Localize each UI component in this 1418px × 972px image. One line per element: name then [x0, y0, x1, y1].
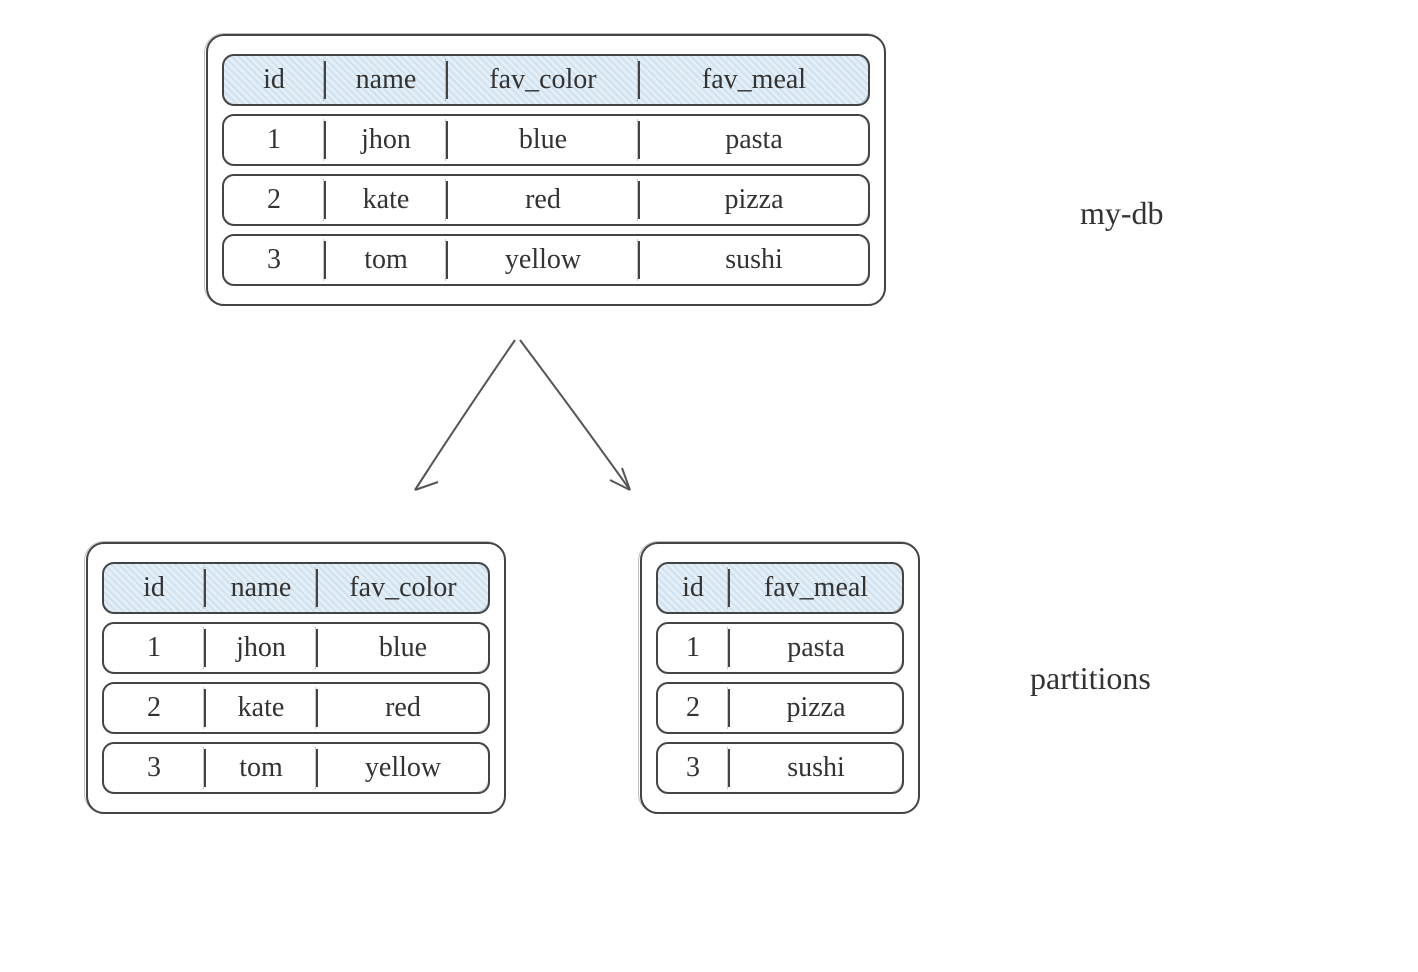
cell: 1 [104, 624, 204, 672]
cell: red [318, 684, 488, 732]
table-row: 2 pizza [656, 682, 904, 734]
cell: 1 [224, 116, 324, 164]
table-row: 3 sushi [656, 742, 904, 794]
table-row: 3 tom yellow sushi [222, 234, 870, 286]
partition-header-row: id fav_meal [656, 562, 904, 614]
cell: blue [318, 624, 488, 672]
arrow-right-icon [510, 330, 650, 510]
cell: sushi [730, 744, 902, 792]
cell: yellow [318, 744, 488, 792]
cell: kate [326, 176, 446, 224]
header-cell: name [326, 56, 446, 104]
header-cell: name [206, 564, 316, 612]
table-row: 1 pasta [656, 622, 904, 674]
cell: 3 [104, 744, 204, 792]
table-row: 2 kate red pizza [222, 174, 870, 226]
db-name-label: my-db [1080, 195, 1164, 232]
cell: pasta [640, 116, 868, 164]
main-db-table: id name fav_color fav_meal 1 jhon blue p… [206, 34, 886, 306]
cell: tom [206, 744, 316, 792]
cell: jhon [326, 116, 446, 164]
cell: pasta [730, 624, 902, 672]
header-cell: fav_meal [640, 56, 868, 104]
cell: 2 [658, 684, 728, 732]
header-cell: id [658, 564, 728, 612]
header-cell: id [224, 56, 324, 104]
table-row: 1 jhon blue [102, 622, 490, 674]
cell: red [448, 176, 638, 224]
partition-header-row: id name fav_color [102, 562, 490, 614]
cell: jhon [206, 624, 316, 672]
table-row: 3 tom yellow [102, 742, 490, 794]
cell: blue [448, 116, 638, 164]
table-row: 1 jhon blue pasta [222, 114, 870, 166]
partition-right-table: id fav_meal 1 pasta 2 pizza 3 sushi [640, 542, 920, 814]
cell: 3 [224, 236, 324, 284]
cell: kate [206, 684, 316, 732]
header-cell: fav_color [448, 56, 638, 104]
partitions-label: partitions [1030, 660, 1151, 697]
cell: pizza [730, 684, 902, 732]
cell: 3 [658, 744, 728, 792]
header-cell: fav_meal [730, 564, 902, 612]
cell: 1 [658, 624, 728, 672]
cell: pizza [640, 176, 868, 224]
cell: sushi [640, 236, 868, 284]
header-cell: id [104, 564, 204, 612]
cell: tom [326, 236, 446, 284]
cell: 2 [224, 176, 324, 224]
cell: 2 [104, 684, 204, 732]
table-row: 2 kate red [102, 682, 490, 734]
partition-left-table: id name fav_color 1 jhon blue 2 kate red… [86, 542, 506, 814]
header-cell: fav_color [318, 564, 488, 612]
main-header-row: id name fav_color fav_meal [222, 54, 870, 106]
cell: yellow [448, 236, 638, 284]
